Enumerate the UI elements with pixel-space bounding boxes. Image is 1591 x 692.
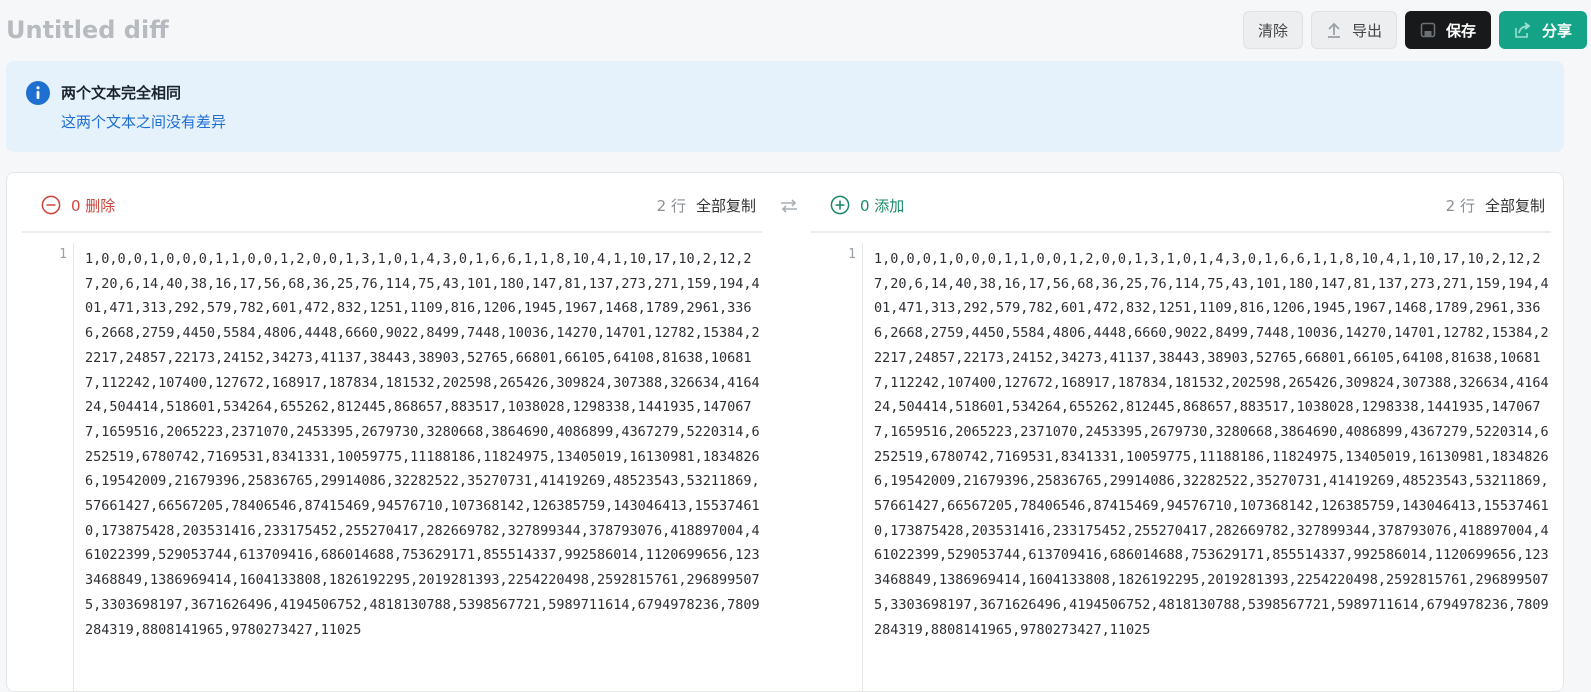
line-number: 1	[848, 247, 856, 262]
info-icon	[26, 81, 50, 105]
upload-icon	[1326, 21, 1342, 39]
original-line-count: 2 行	[656, 197, 686, 215]
changed-text[interactable]: 1,0,0,0,1,0,0,0,1,1,0,0,1,2,0,0,1,3,1,0,…	[874, 247, 1554, 642]
copy-all-changed-button[interactable]: 全部复制	[1485, 195, 1545, 216]
share-button[interactable]: 分享	[1498, 11, 1587, 49]
changed-pane-header: 0 添加 2 行 全部复制	[811, 173, 1551, 233]
original-text[interactable]: 1,0,0,0,1,0,0,0,1,1,0,0,1,2,0,0,1,3,1,0,…	[85, 247, 765, 642]
clear-button-label: 清除	[1257, 21, 1288, 40]
document-title[interactable]: Untitled diff	[6, 16, 169, 44]
swap-icon[interactable]	[778, 197, 800, 215]
changed-line-count: 2 行	[1445, 197, 1475, 215]
original-pane-header: 0 删除 2 行 全部复制	[22, 173, 762, 233]
removals-count: 0 删除	[71, 197, 116, 215]
original-pane: 0 删除 2 行 全部复制 1 1,0,0,0,1,0,0,0,1,1,0,0,…	[22, 173, 762, 691]
diff-panel: 0 删除 2 行 全部复制 1 1,0,0,0,1,0,0,0,1,1,0,0,…	[6, 172, 1564, 692]
changed-pane: 0 添加 2 行 全部复制 1 1,0,0,0,1,0,0,0,1,1,0,0,…	[811, 173, 1551, 691]
original-code[interactable]: 1 1,0,0,0,1,0,0,0,1,1,0,0,1,2,0,0,1,3,1,…	[22, 243, 762, 691]
save-button-label: 保存	[1445, 21, 1476, 40]
clear-button[interactable]: 清除	[1242, 11, 1303, 49]
minus-circle-icon	[41, 195, 61, 215]
alert-message: 这两个文本之间没有差异	[61, 113, 227, 131]
copy-all-original-button[interactable]: 全部复制	[696, 195, 756, 216]
line-gutter: 1	[22, 243, 74, 691]
export-button-label: 导出	[1351, 21, 1382, 40]
save-icon	[1420, 22, 1436, 38]
line-gutter: 1	[811, 243, 863, 691]
export-button[interactable]: 导出	[1310, 11, 1397, 49]
changed-code[interactable]: 1 1,0,0,0,1,0,0,0,1,1,0,0,1,2,0,0,1,3,1,…	[811, 243, 1551, 691]
line-number: 1	[59, 247, 67, 262]
share-icon	[1514, 22, 1532, 38]
additions-count: 0 添加	[860, 197, 905, 215]
save-button[interactable]: 保存	[1404, 11, 1491, 49]
toolbar: 清除 导出 保存 分享	[1242, 11, 1587, 49]
identical-texts-alert: 两个文本完全相同 这两个文本之间没有差异	[6, 61, 1564, 152]
share-button-label: 分享	[1541, 21, 1572, 40]
plus-circle-icon	[830, 195, 850, 215]
alert-title: 两个文本完全相同	[61, 84, 182, 102]
